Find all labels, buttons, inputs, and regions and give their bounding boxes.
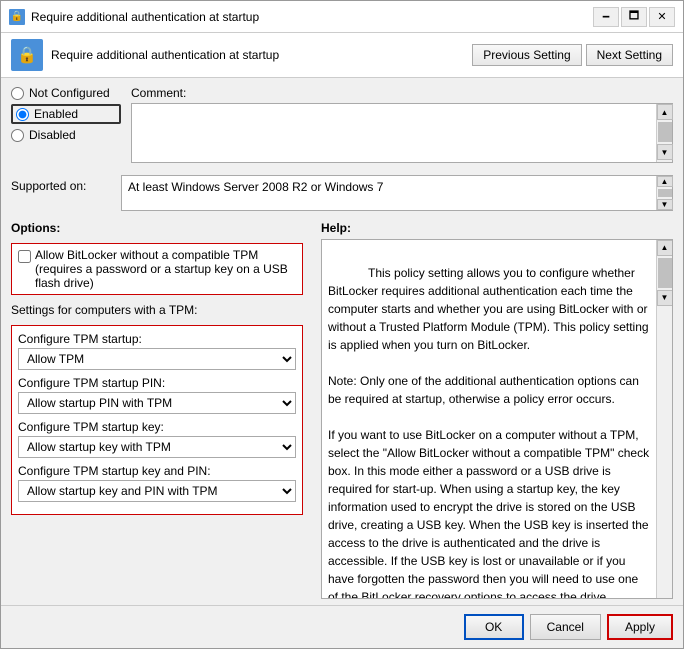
help-scroll-down[interactable]: ▼ (657, 290, 673, 306)
main-window: 🔒 Require additional authentication at s… (0, 0, 684, 649)
window-title: Require additional authentication at sta… (31, 10, 259, 24)
comment-section: Comment: ▲ ▼ (131, 86, 673, 163)
scroll-thumb[interactable] (658, 122, 672, 142)
settings-box: Configure TPM startup: Allow TPM Configu… (11, 325, 303, 515)
header-title: Require additional authentication at sta… (51, 48, 279, 62)
configure-keypin-label: Configure TPM startup key and PIN: (18, 464, 296, 478)
comment-scrollbar: ▲ ▼ (656, 104, 672, 162)
disabled-label: Disabled (29, 128, 76, 142)
content: Not Configured Enabled Disabled Comment:… (1, 78, 683, 605)
radio-group: Not Configured Enabled Disabled (11, 86, 121, 163)
enabled-radio[interactable] (16, 108, 29, 121)
previous-setting-button[interactable]: Previous Setting (472, 44, 581, 66)
comment-box[interactable]: ▲ ▼ (131, 103, 673, 163)
configure-startup-select[interactable]: Allow TPM (18, 348, 296, 370)
cancel-button[interactable]: Cancel (530, 614, 601, 640)
apply-button[interactable]: Apply (607, 614, 673, 640)
supported-section: Supported on: At least Windows Server 20… (1, 171, 683, 215)
supported-scrollbar: ▲ ▼ (656, 176, 672, 210)
configure-startup-group: Configure TPM startup: Allow TPM (18, 332, 296, 370)
configure-key-label: Configure TPM startup key: (18, 420, 296, 434)
header-bar: 🔒 Require additional authentication at s… (1, 33, 683, 78)
configure-key-select[interactable]: Allow startup key with TPM (18, 436, 296, 458)
footer: OK Cancel Apply (1, 605, 683, 648)
not-configured-radio[interactable] (11, 87, 24, 100)
window-icon: 🔒 (9, 9, 25, 25)
help-column: Help: This policy setting allows you to … (321, 221, 673, 599)
configure-pin-select[interactable]: Allow startup PIN with TPM (18, 392, 296, 414)
help-scrollbar: ▲ ▼ (656, 240, 672, 598)
two-column-area: Options: Allow BitLocker without a compa… (1, 215, 683, 605)
close-button[interactable]: ✕ (649, 7, 675, 27)
supported-scroll-down[interactable]: ▼ (657, 199, 673, 210)
help-scroll-up[interactable]: ▲ (657, 240, 673, 256)
title-bar-controls: 🗕 🗖 ✕ (593, 7, 675, 27)
comment-label: Comment: (131, 86, 673, 100)
minimize-button[interactable]: 🗕 (593, 7, 619, 27)
not-configured-option[interactable]: Not Configured (11, 86, 121, 100)
next-setting-button[interactable]: Next Setting (586, 44, 673, 66)
disabled-radio[interactable] (11, 129, 24, 142)
configure-key-group: Configure TPM startup key: Allow startup… (18, 420, 296, 458)
header-left: 🔒 Require additional authentication at s… (11, 39, 279, 71)
header-icon: 🔒 (11, 39, 43, 71)
tpm-checkbox-row: Allow BitLocker without a compatible TPM… (18, 248, 296, 290)
not-configured-label: Not Configured (29, 86, 110, 100)
top-section: Not Configured Enabled Disabled Comment:… (1, 78, 683, 171)
disabled-option[interactable]: Disabled (11, 128, 121, 142)
scroll-up-arrow[interactable]: ▲ (657, 104, 673, 120)
title-bar-left: 🔒 Require additional authentication at s… (9, 9, 259, 25)
configure-keypin-group: Configure TPM startup key and PIN: Allow… (18, 464, 296, 502)
configure-keypin-select[interactable]: Allow startup key and PIN with TPM (18, 480, 296, 502)
supported-scroll-up[interactable]: ▲ (657, 176, 673, 187)
tpm-option-text: Allow BitLocker without a compatible TPM… (35, 248, 296, 290)
supported-box: At least Windows Server 2008 R2 or Windo… (121, 175, 673, 211)
options-column: Options: Allow BitLocker without a compa… (11, 221, 311, 599)
help-title: Help: (321, 221, 673, 235)
configure-pin-group: Configure TPM startup PIN: Allow startup… (18, 376, 296, 414)
tpm-checkbox[interactable] (18, 250, 31, 263)
configure-pin-label: Configure TPM startup PIN: (18, 376, 296, 390)
supported-label: Supported on: (11, 179, 111, 193)
supported-scroll-thumb[interactable] (658, 189, 672, 197)
comment-textarea[interactable] (132, 104, 656, 162)
settings-title: Settings for computers with a TPM: (11, 303, 303, 317)
tpm-option-box: Allow BitLocker without a compatible TPM… (11, 243, 303, 295)
options-title: Options: (11, 221, 303, 235)
ok-button[interactable]: OK (464, 614, 524, 640)
header-buttons: Previous Setting Next Setting (472, 44, 673, 66)
scroll-down-arrow[interactable]: ▼ (657, 144, 673, 160)
enabled-option[interactable]: Enabled (11, 104, 121, 124)
maximize-button[interactable]: 🗖 (621, 7, 647, 27)
enabled-label: Enabled (34, 107, 78, 121)
supported-value: At least Windows Server 2008 R2 or Windo… (128, 180, 383, 194)
column-separator (311, 221, 321, 599)
help-box: This policy setting allows you to config… (321, 239, 673, 599)
help-text: This policy setting allows you to config… (328, 246, 666, 599)
help-scroll-thumb[interactable] (658, 258, 672, 288)
configure-startup-label: Configure TPM startup: (18, 332, 296, 346)
title-bar: 🔒 Require additional authentication at s… (1, 1, 683, 33)
